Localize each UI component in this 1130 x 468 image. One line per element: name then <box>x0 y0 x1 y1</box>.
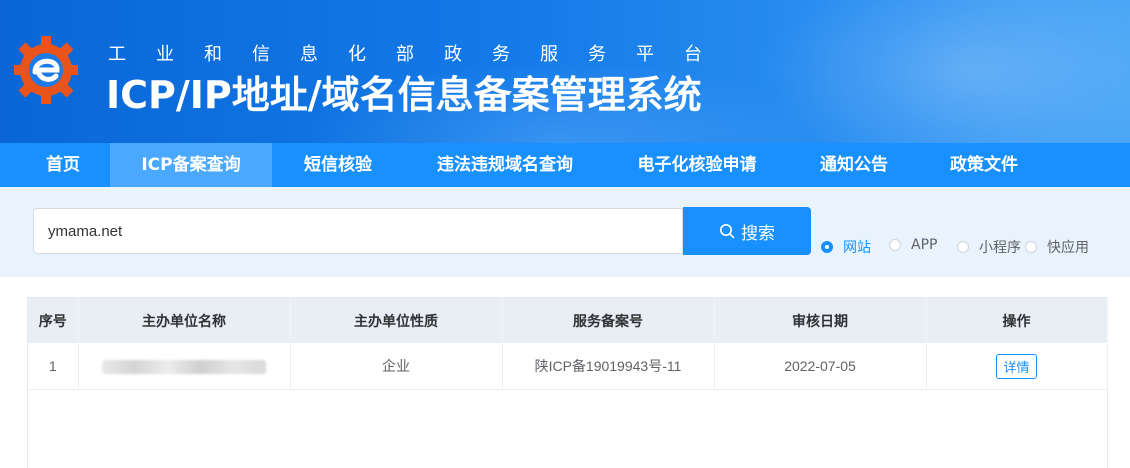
column-header-org-name: 主办单位名称 <box>78 298 291 343</box>
nav-item-sms-verify[interactable]: 短信核验 <box>288 143 388 187</box>
main-nav: 首页 ICP备案查询 短信核验 违法违规域名查询 电子化核验申请 通知公告 政策… <box>0 143 1130 187</box>
column-header-review-date: 审核日期 <box>714 298 927 343</box>
column-header-org-type: 主办单位性质 <box>290 298 503 343</box>
radio-label: 快应用 <box>1047 240 1089 256</box>
search-button-label: 搜索 <box>741 223 775 244</box>
nav-item-notices[interactable]: 通知公告 <box>806 143 902 187</box>
radio-label: APP <box>911 237 938 253</box>
nav-item-e-verify-apply[interactable]: 电子化核验申请 <box>622 143 772 187</box>
radio-dot <box>957 241 969 253</box>
redacted-org-name <box>102 360 266 375</box>
cell-index: 1 <box>28 343 79 390</box>
nav-item-icp-query[interactable]: ICP备案查询 <box>110 143 272 187</box>
table-row: 1 企业 陕ICP备19019943号-11 2022-07-05 详情 <box>28 343 1108 390</box>
table-header-row: 序号 主办单位名称 主办单位性质 服务备案号 审核日期 操作 <box>28 298 1108 343</box>
column-header-record-no: 服务备案号 <box>502 298 715 343</box>
search-button[interactable]: 搜索 <box>683 207 811 255</box>
cell-review-date: 2022-07-05 <box>714 343 927 390</box>
radio-dot <box>821 241 833 253</box>
cell-org-name <box>78 343 291 390</box>
radio-label: 网站 <box>843 240 871 256</box>
cell-org-type: 企业 <box>290 343 503 390</box>
radio-label: 小程序 <box>979 240 1021 256</box>
page-title: ICP/IP地址/域名信息备案管理系统 <box>106 73 702 117</box>
radio-mini-program[interactable]: 小程序 <box>957 237 1021 257</box>
radio-dot <box>1025 241 1037 253</box>
cell-record-no: 陕ICP备19019943号-11 <box>502 343 715 390</box>
radio-app[interactable]: APP <box>889 237 937 253</box>
search-icon <box>720 224 735 239</box>
nav-item-home[interactable]: 首页 <box>24 143 102 187</box>
nav-item-illegal-domain-query[interactable]: 违法违规域名查询 <box>420 143 590 187</box>
radio-quick-app[interactable]: 快应用 <box>1025 237 1089 257</box>
column-header-action: 操作 <box>926 298 1108 343</box>
cell-action: 详情 <box>926 343 1108 390</box>
search-panel: 搜索 网站 APP 小程序 快应用 <box>0 187 1130 277</box>
radio-dot <box>889 239 901 251</box>
header-banner: 工业和信息化部政务服务平台 ICP/IP地址/域名信息备案管理系统 <box>0 0 1130 143</box>
details-button[interactable]: 详情 <box>996 353 1037 379</box>
search-input[interactable] <box>33 208 683 254</box>
column-header-index: 序号 <box>28 298 79 343</box>
results-table: 序号 主办单位名称 主办单位性质 服务备案号 审核日期 操作 1 企业 陕ICP… <box>27 297 1108 468</box>
radio-website[interactable]: 网站 <box>821 237 871 257</box>
platform-subtitle: 工业和信息化部政务服务平台 <box>108 44 732 65</box>
ministry-logo-icon <box>14 36 78 104</box>
nav-item-policies[interactable]: 政策文件 <box>936 143 1032 187</box>
